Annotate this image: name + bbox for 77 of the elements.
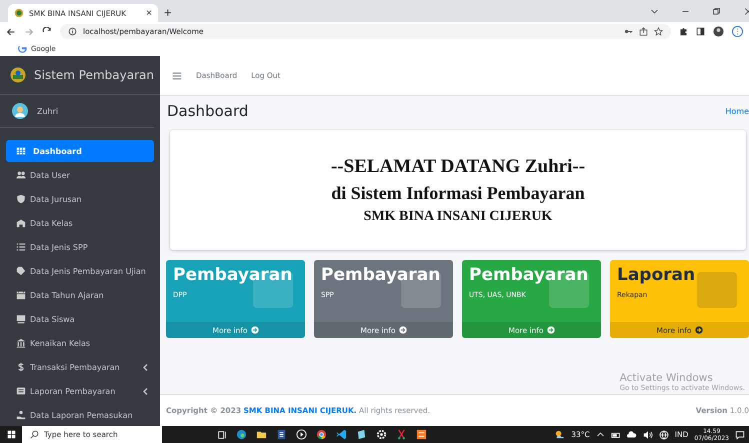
grid-icon (16, 146, 26, 156)
list-icon (16, 242, 26, 252)
task-view-icon (217, 430, 227, 440)
key-icon (624, 27, 633, 36)
emblem-icon (10, 67, 26, 83)
notification-icon (735, 430, 745, 440)
arrow-circle-icon (398, 326, 407, 334)
chrome-icon (316, 429, 327, 440)
new-tab-button[interactable]: + (164, 5, 172, 22)
arrow-circle-icon (546, 326, 555, 334)
forward-icon (24, 26, 34, 36)
sidebar-item[interactable]: Data Jenis Pembayaran Ujian (6, 260, 154, 282)
edge-icon (236, 429, 247, 440)
board-icon (16, 314, 26, 324)
chevron-up-icon (596, 430, 605, 439)
arrow-circle-icon (250, 326, 259, 334)
play-icon (296, 429, 307, 440)
card-icon (16, 386, 26, 396)
emblem-icon (14, 8, 24, 18)
share-icon (639, 27, 648, 36)
welcome-subheading: di Sistem Informasi Pembayaran (331, 182, 585, 204)
activation-notice: Activate Windows (620, 372, 714, 384)
globe-icon (658, 430, 669, 440)
folder-icon (256, 429, 267, 440)
weather-icon (554, 429, 566, 440)
close-tab-button[interactable]: × (146, 8, 152, 18)
avatar-icon (12, 103, 28, 119)
bank-icon (16, 338, 26, 348)
sidebar-item[interactable]: Data Tahun Ajaran (6, 284, 154, 306)
side-panel-icon (696, 27, 705, 36)
sidebar-item[interactable]: Data Jurusan (6, 188, 154, 210)
welcome-heading: --SELAMAT DATANG Zuhri-- (330, 156, 586, 178)
box-title: Pembayaran (469, 265, 590, 285)
search-icon (30, 430, 39, 439)
building-icon (16, 218, 26, 228)
server-icon (416, 429, 427, 440)
dollar-icon (16, 362, 26, 372)
document-icon (276, 429, 287, 440)
close-icon (743, 6, 749, 16)
box-title: Pembayaran (173, 265, 294, 285)
shield-icon (16, 194, 26, 204)
google-icon (18, 44, 27, 53)
chevron-down-icon (650, 6, 659, 16)
sidebar-item[interactable]: Data Siswa (6, 308, 154, 330)
code-editor-icon (336, 429, 347, 440)
brand-title[interactable]: Sistem Pembayaran (34, 68, 154, 82)
sidebar-item[interactable]: Data Laporan Pemasukan (6, 404, 154, 426)
windows-icon (6, 430, 16, 439)
scissors-icon (396, 429, 407, 440)
sidebar-item[interactable]: Dashboard (6, 140, 154, 162)
user-name[interactable]: Zuhri (37, 106, 58, 116)
settings-icon (376, 429, 387, 440)
hamburger-icon (172, 70, 182, 80)
cloud-icon (626, 430, 637, 440)
restore-icon (712, 6, 721, 16)
calendar-icon (16, 290, 26, 300)
box-title: Pembayaran (321, 265, 442, 285)
avatar-icon (713, 26, 724, 37)
star-icon (654, 27, 663, 36)
sidebar-item[interactable]: Transaksi Pembayaran (6, 356, 154, 378)
speaker-icon (642, 430, 653, 440)
page-title: Dashboard (167, 102, 248, 120)
puzzle-icon (679, 27, 688, 36)
tags-icon (16, 266, 26, 276)
info-icon (68, 27, 77, 36)
back-icon (6, 26, 16, 36)
box-title: Laporan (617, 265, 696, 285)
users-icon (16, 170, 26, 180)
menu-icon (732, 26, 743, 37)
sidebar-item[interactable]: Data Kelas (6, 212, 154, 234)
sidebar-item[interactable]: Data User (6, 164, 154, 186)
sidebar-item[interactable]: Laporan Pembayaran (6, 380, 154, 402)
school-name: SMK BINA INSANI CIJERUK (364, 208, 552, 224)
arrow-circle-icon (694, 326, 703, 334)
breadcrumb-link[interactable]: Home (725, 106, 749, 116)
sidebar-item[interactable]: Kenaikan Kelas (6, 332, 154, 354)
sidebar-item[interactable]: Data Jenis SPP (6, 236, 154, 258)
